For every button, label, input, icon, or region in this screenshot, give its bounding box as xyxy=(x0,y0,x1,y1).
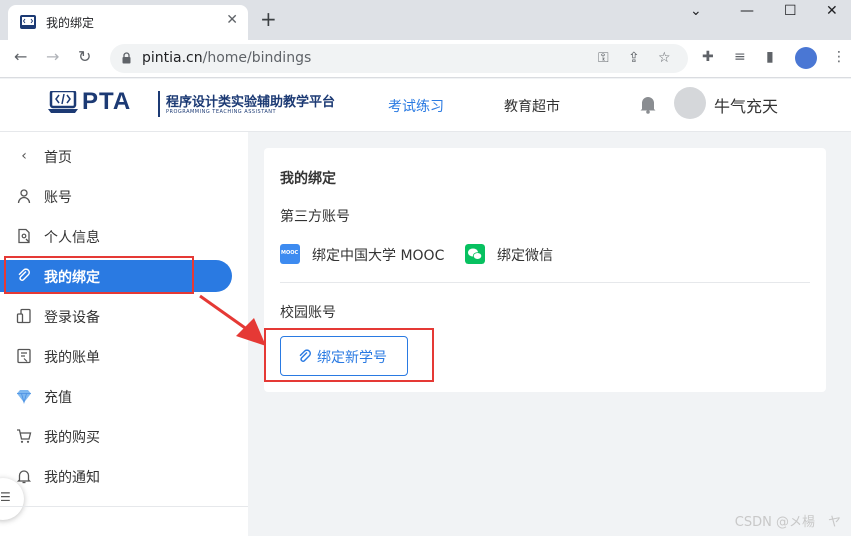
campus-section-title: 校园账号 xyxy=(280,305,336,321)
feedback-icon: ☰ xyxy=(0,490,11,504)
sidebar-item-profile[interactable]: 个人信息 xyxy=(0,220,232,252)
logo-cn-title: 程序设计类实验辅助教学平台 xyxy=(166,95,336,110)
wechat-icon xyxy=(465,244,485,264)
sidebar-item-label: 我的账单 xyxy=(44,350,100,366)
sidebar-divider xyxy=(0,506,248,507)
logo-text[interactable]: PTA xyxy=(82,88,131,116)
sidebar-item-purchases[interactable]: 我的购买 xyxy=(0,420,232,452)
bill-icon xyxy=(17,348,31,364)
url-text[interactable]: pintia.cn/home/bindings xyxy=(142,50,311,66)
highlight-box-sidebar xyxy=(4,256,194,294)
watermark: CSDN @メ楊 ヤ xyxy=(734,515,841,530)
user-icon xyxy=(17,189,31,204)
browser-toolbar: ← → ↻ pintia.cn/home/bindings ⚿ ⇪ ☆ ✚ ≡ … xyxy=(0,40,851,78)
side-panel-icon[interactable]: ▮ xyxy=(766,49,774,65)
extensions-puzzle-icon[interactable]: ✚ xyxy=(702,49,714,65)
window-maximize-button[interactable]: ☐ xyxy=(784,3,797,19)
logo-en-subtitle: PROGRAMMING TEACHING ASSISTANT xyxy=(166,109,277,115)
lock-icon xyxy=(122,52,131,64)
mooc-icon: MOOC xyxy=(280,244,300,264)
browser-tab[interactable]: 我的绑定 ✕ xyxy=(8,5,248,40)
browser-menu-icon[interactable]: ⋮ xyxy=(832,49,846,65)
mooc-icon-text: MOOC xyxy=(281,250,299,256)
key-icon[interactable]: ⚿ xyxy=(598,50,609,66)
chevron-left-icon: ‹ xyxy=(21,148,27,164)
reload-button[interactable]: ↻ xyxy=(78,48,91,66)
pta-favicon-icon xyxy=(20,15,36,29)
tab-title: 我的绑定 xyxy=(46,16,95,30)
third-party-section-title: 第三方账号 xyxy=(280,209,350,225)
sidebar-item-label: 我的通知 xyxy=(44,470,100,486)
profile-avatar-icon[interactable] xyxy=(795,47,817,69)
reading-list-icon[interactable]: ≡ xyxy=(734,49,746,65)
diamond-icon xyxy=(17,390,31,404)
url-path: /home/bindings xyxy=(202,50,312,66)
browser-tab-strip: 我的绑定 ✕ + ⌄ — ☐ ✕ xyxy=(0,0,851,40)
cart-icon xyxy=(17,429,32,443)
sidebar-item-label: 首页 xyxy=(44,150,72,166)
bind-wechat-link[interactable]: 绑定微信 xyxy=(465,244,561,264)
sidebar-item-home[interactable]: ‹ 首页 xyxy=(0,140,232,172)
sidebar-item-label: 账号 xyxy=(44,190,72,206)
tab-search-icon[interactable]: ⌄ xyxy=(690,3,702,19)
site-header: PTA 程序设计类实验辅助教学平台 PROGRAMMING TEACHING A… xyxy=(0,79,851,132)
url-host: pintia.cn xyxy=(142,50,203,66)
bell-icon xyxy=(16,470,32,484)
sidebar-item-notifications[interactable]: 我的通知 xyxy=(0,460,232,492)
sidebar-item-label: 充值 xyxy=(44,390,72,406)
pta-logo-icon[interactable] xyxy=(48,91,78,113)
logo-divider xyxy=(158,91,160,117)
nav-exam-practice[interactable]: 考试练习 xyxy=(388,96,444,116)
back-button[interactable]: ← xyxy=(14,48,27,66)
bind-wechat-label: 绑定微信 xyxy=(497,248,553,264)
annotation-arrow-icon xyxy=(199,294,266,346)
address-bar[interactable]: pintia.cn/home/bindings ⚿ ⇪ ☆ xyxy=(110,44,688,73)
sidebar-item-label: 登录设备 xyxy=(44,310,100,326)
forward-button[interactable]: → xyxy=(46,48,59,66)
username[interactable]: 牛气充天 xyxy=(714,93,778,117)
section-divider xyxy=(280,282,810,283)
nav-edu-market[interactable]: 教育超市 xyxy=(504,96,560,116)
share-icon[interactable]: ⇪ xyxy=(628,50,640,66)
bookmark-star-icon[interactable]: ☆ xyxy=(658,50,671,66)
sidebar-item-recharge[interactable]: 充值 xyxy=(0,380,232,412)
notification-bell-icon[interactable] xyxy=(638,94,658,114)
user-avatar[interactable] xyxy=(674,87,706,119)
profile-card-icon xyxy=(18,228,30,244)
window-close-button[interactable]: ✕ xyxy=(826,3,838,19)
sidebar-item-account[interactable]: 账号 xyxy=(0,180,232,212)
sidebar-item-label: 个人信息 xyxy=(44,230,100,246)
highlight-box-button xyxy=(264,328,434,382)
new-tab-button[interactable]: + xyxy=(260,9,277,29)
tab-close-icon[interactable]: ✕ xyxy=(226,12,238,28)
bind-mooc-link[interactable]: MOOC 绑定中国大学 MOOC xyxy=(280,244,456,264)
window-minimize-button[interactable]: — xyxy=(740,3,754,19)
bind-mooc-label: 绑定中国大学 MOOC xyxy=(312,248,445,264)
sidebar-item-label: 我的购买 xyxy=(44,430,100,446)
page-title: 我的绑定 xyxy=(280,171,336,187)
devices-icon xyxy=(16,308,31,324)
